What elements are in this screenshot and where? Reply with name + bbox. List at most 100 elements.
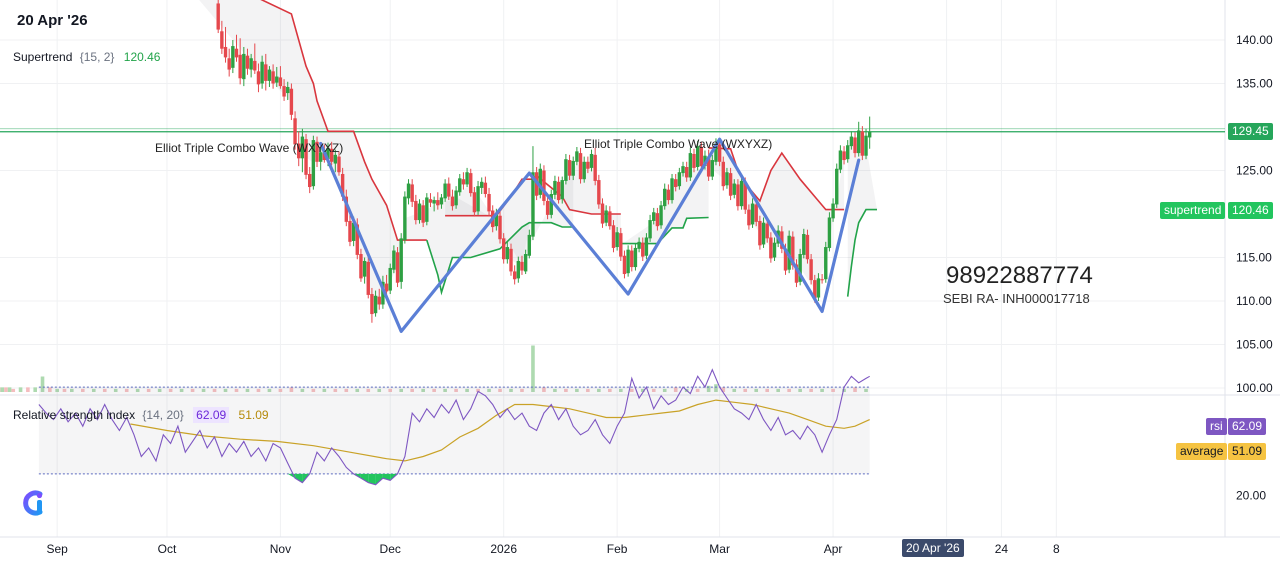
candle-body[interactable] [410, 184, 414, 202]
candle-body[interactable] [816, 278, 821, 298]
candle-body[interactable] [399, 238, 403, 282]
candle-body[interactable] [498, 215, 502, 240]
candle-body[interactable] [216, 3, 220, 30]
candle-body[interactable] [827, 217, 832, 248]
rsi-legend[interactable]: Relative strength index {14, 20} 62.09 5… [13, 407, 269, 423]
candle-body[interactable] [542, 170, 546, 201]
candle-body[interactable] [267, 69, 272, 81]
candle-body[interactable] [582, 161, 586, 180]
candle-body[interactable] [604, 210, 608, 223]
candle-body[interactable] [765, 223, 769, 239]
candle-body[interactable] [469, 173, 473, 194]
candle-body[interactable] [505, 247, 510, 260]
candle-body[interactable] [805, 234, 810, 260]
candle-body[interactable] [835, 168, 839, 205]
candle-body[interactable] [362, 260, 367, 277]
candle-body[interactable] [472, 192, 477, 213]
candle-body[interactable] [853, 137, 857, 154]
candle-body[interactable] [736, 184, 740, 207]
candle-body[interactable] [809, 259, 813, 281]
candle-body[interactable] [443, 183, 447, 199]
candle-body[interactable] [692, 153, 696, 168]
candle-body[interactable] [677, 172, 682, 187]
candle-body[interactable] [846, 145, 850, 160]
candle-body[interactable] [622, 255, 627, 275]
candle-body[interactable] [395, 252, 400, 283]
candle-body[interactable] [655, 213, 660, 227]
candle-body[interactable] [659, 205, 663, 226]
candle-body[interactable] [256, 71, 261, 85]
candle-body[interactable] [234, 48, 239, 58]
candle-body[interactable] [461, 179, 466, 185]
candle-body[interactable] [483, 182, 488, 194]
candle-body[interactable] [432, 200, 436, 204]
candle-body[interactable] [480, 181, 484, 188]
candle-body[interactable] [725, 172, 729, 186]
candle-body[interactable] [630, 250, 634, 268]
candle-body[interactable] [377, 296, 381, 305]
candle-body[interactable] [758, 220, 762, 246]
candle-body[interactable] [750, 203, 755, 225]
candle-body[interactable] [516, 260, 521, 279]
candle-body[interactable] [754, 204, 758, 222]
candle-body[interactable] [857, 130, 861, 154]
candle-body[interactable] [611, 225, 616, 248]
candle-body[interactable] [831, 203, 835, 219]
candle-body[interactable] [567, 160, 572, 176]
candle-body[interactable] [769, 237, 773, 259]
candle-body[interactable] [802, 234, 806, 255]
candle-body[interactable] [710, 160, 714, 177]
candle-body[interactable] [523, 254, 528, 272]
candle-body[interactable] [641, 242, 645, 257]
candle-body[interactable] [772, 242, 777, 258]
candle-body[interactable] [867, 131, 872, 138]
candle-body[interactable] [674, 179, 678, 188]
candle-body[interactable] [487, 193, 491, 212]
candle-body[interactable] [231, 46, 235, 68]
candle-body[interactable] [245, 55, 250, 69]
candle-body[interactable] [860, 131, 865, 156]
candle-body[interactable] [644, 237, 649, 256]
candle-body[interactable] [450, 196, 455, 207]
candle-body[interactable] [275, 76, 279, 83]
candle-body[interactable] [586, 161, 590, 169]
candle-body[interactable] [681, 166, 685, 174]
candle-body[interactable] [220, 31, 224, 49]
candle-body[interactable] [428, 199, 433, 203]
candle-body[interactable] [538, 168, 542, 195]
candle-body[interactable] [633, 247, 638, 268]
candle-body[interactable] [286, 86, 290, 94]
candle-body[interactable] [278, 77, 283, 87]
candle-body[interactable] [223, 46, 228, 58]
candle-body[interactable] [439, 197, 444, 205]
candle-body[interactable] [454, 190, 458, 206]
candles-layer[interactable] [216, 0, 872, 323]
candle-body[interactable] [271, 71, 275, 84]
candle-body[interactable] [359, 254, 363, 279]
candle-body[interactable] [578, 153, 583, 180]
candle-body[interactable] [512, 271, 517, 280]
candle-body[interactable] [421, 205, 425, 223]
candle-body[interactable] [589, 153, 594, 168]
candle-body[interactable] [289, 88, 294, 115]
candle-body[interactable] [637, 241, 641, 249]
candle-body[interactable] [615, 232, 619, 248]
candle-body[interactable] [593, 154, 597, 181]
candle-body[interactable] [520, 261, 524, 271]
candle-body[interactable] [249, 58, 253, 70]
candle-body[interactable] [308, 173, 312, 188]
candle-body[interactable] [373, 295, 378, 314]
candle-body[interactable] [414, 200, 418, 221]
candle-body[interactable] [417, 203, 422, 221]
candle-body[interactable] [849, 136, 854, 147]
candle-body[interactable] [436, 200, 440, 206]
candle-body[interactable] [501, 238, 506, 260]
candle-body[interactable] [337, 156, 341, 173]
candle-body[interactable] [388, 267, 392, 291]
candle-body[interactable] [403, 196, 407, 241]
candle-body[interactable] [608, 211, 612, 227]
candle-body[interactable] [571, 160, 575, 176]
candle-body[interactable] [333, 154, 338, 164]
candle-body[interactable] [465, 172, 469, 185]
candle-body[interactable] [384, 283, 389, 292]
